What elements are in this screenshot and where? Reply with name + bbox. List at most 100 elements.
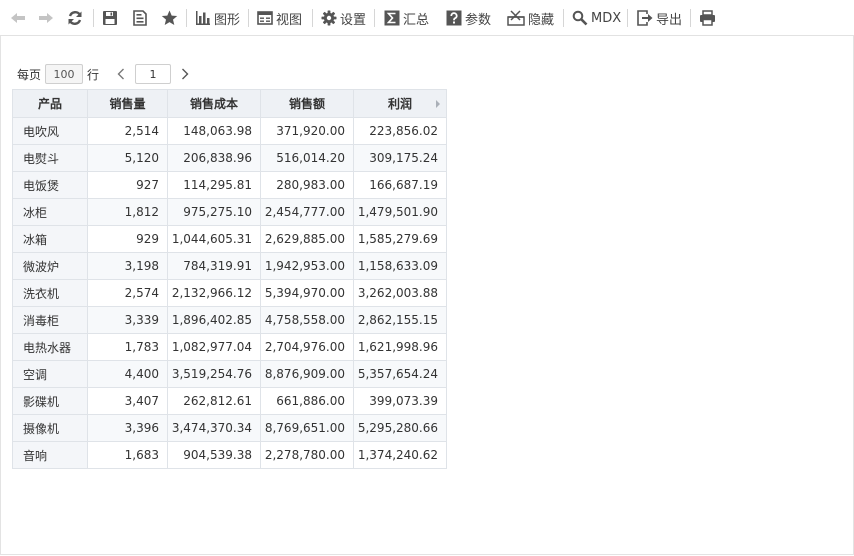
table-row: 空调 4,400 3,519,254.76 8,876,909.00 5,357,654… <box>12 360 447 388</box>
page-number-input[interactable] <box>135 64 172 84</box>
column-header[interactable]: 销售量 <box>87 89 168 118</box>
table-cell: 2,862,155.15 <box>353 306 447 334</box>
table-cell: 1,044,605.31 <box>167 225 261 253</box>
column-header[interactable]: 销售额 <box>260 89 354 118</box>
row-header-cell: 电熨斗 <box>12 144 88 172</box>
table-row: 洗衣机 2,574 2,132,966.12 5,394,970.00 3,262,00… <box>12 279 447 307</box>
table-cell: 8,769,651.00 <box>260 414 354 442</box>
favorite-button[interactable] <box>161 8 178 28</box>
floppy-disk-icon <box>103 11 117 25</box>
table-cell: 4,400 <box>87 360 168 388</box>
table-cell: 3,262,003.88 <box>353 279 447 307</box>
rows-per-page-input[interactable] <box>45 64 84 84</box>
table-row: 微波炉 3,198 784,319.91 1,942,953.00 1,158,633.… <box>12 252 447 280</box>
chart-label: 图形 <box>214 12 241 28</box>
arrow-right-icon <box>39 13 53 23</box>
column-header-label: 利润 <box>387 97 412 111</box>
table-cell: 1,158,633.09 <box>353 252 447 280</box>
sigma-icon <box>384 10 400 26</box>
table-cell: 206,838.96 <box>167 144 261 172</box>
hide-button[interactable]: 隐藏 <box>507 8 554 28</box>
chart-button[interactable]: 图形 <box>195 8 240 28</box>
row-header-cell: 电热水器 <box>12 333 88 361</box>
save-button[interactable] <box>102 8 118 28</box>
table-cell: 2,704,976.00 <box>260 333 354 361</box>
table-cell: 516,014.20 <box>260 144 354 172</box>
column-header-last[interactable]: 利润 <box>353 89 447 118</box>
table-cell: 2,514 <box>87 117 168 145</box>
table-cell: 927 <box>87 171 168 199</box>
pagination-bar: 每页 行 <box>17 64 193 84</box>
table-cell: 1,374,240.62 <box>353 441 447 469</box>
table-cell: 399,073.39 <box>353 387 447 415</box>
settings-label: 设置 <box>340 12 367 28</box>
summary-label: 汇总 <box>403 12 430 28</box>
row-header-cell: 音响 <box>12 441 88 469</box>
export-button[interactable]: 导出 <box>637 8 682 28</box>
toolbar-separator <box>627 9 628 27</box>
search-icon <box>572 10 588 26</box>
table-cell: 280,983.00 <box>260 171 354 199</box>
table-cell: 3,198 <box>87 252 168 280</box>
refresh-button[interactable] <box>67 8 83 28</box>
table-row: 电吹风 2,514 148,063.98 371,920.00 223,856.02 <box>12 117 447 145</box>
table-cell: 904,539.38 <box>167 441 261 469</box>
data-table: 产品 销售量 销售成本 销售额 利润 电吹风 2,514 148,063.98 371… <box>12 89 447 469</box>
table-cell: 5,394,970.00 <box>260 279 354 307</box>
bar-chart-icon <box>196 11 210 25</box>
row-header-cell: 影碟机 <box>12 387 88 415</box>
table-cell: 3,407 <box>87 387 168 415</box>
table-row: 冰柜 1,812 975,275.10 2,454,777.00 1,479,501.9… <box>12 198 447 226</box>
table-cell: 223,856.02 <box>353 117 447 145</box>
table-cell: 661,886.00 <box>260 387 354 415</box>
save-as-button[interactable] <box>132 8 148 28</box>
mdx-label: MDX <box>591 10 622 26</box>
table-cell: 262,812.61 <box>167 387 261 415</box>
forward-button[interactable] <box>38 8 54 28</box>
summary-button[interactable]: 汇总 <box>384 8 429 28</box>
row-header-cell: 冰柜 <box>12 198 88 226</box>
toolbar-separator <box>248 9 249 27</box>
table-body: 电吹风 2,514 148,063.98 371,920.00 223,856.02 电熨… <box>12 117 447 469</box>
table-cell: 1,082,977.04 <box>167 333 261 361</box>
hide-icon <box>507 10 525 26</box>
toolbar-separator <box>690 9 691 27</box>
table-view-icon <box>257 11 273 25</box>
table-row: 音响 1,683 904,539.38 2,278,780.00 1,374,240.6… <box>12 441 447 469</box>
expand-arrow-icon[interactable] <box>436 100 440 108</box>
table-cell: 5,357,654.24 <box>353 360 447 388</box>
params-button[interactable]: 参数 <box>446 8 491 28</box>
back-button[interactable] <box>10 8 26 28</box>
table-cell: 5,120 <box>87 144 168 172</box>
view-button[interactable]: 视图 <box>257 8 302 28</box>
table-cell: 1,896,402.85 <box>167 306 261 334</box>
column-header[interactable]: 产品 <box>12 89 88 118</box>
question-mark-icon <box>446 10 462 26</box>
print-button[interactable] <box>699 8 716 28</box>
settings-button[interactable]: 设置 <box>321 8 366 28</box>
toolbar-separator <box>374 9 375 27</box>
table-cell: 4,758,558.00 <box>260 306 354 334</box>
table-cell: 148,063.98 <box>167 117 261 145</box>
row-header-cell: 消毒柜 <box>12 306 88 334</box>
table-cell: 929 <box>87 225 168 253</box>
table-cell: 2,629,885.00 <box>260 225 354 253</box>
table-cell: 114,295.81 <box>167 171 261 199</box>
column-header[interactable]: 销售成本 <box>167 89 261 118</box>
rows-per-page-prefix: 每页 <box>17 67 42 82</box>
table-row: 影碟机 3,407 262,812.61 661,886.00 399,073.39 <box>12 387 447 415</box>
table-cell: 975,275.10 <box>167 198 261 226</box>
table-row: 电饭煲 927 114,295.81 280,983.00 166,687.19 <box>12 171 447 199</box>
mdx-button[interactable]: MDX <box>572 8 621 28</box>
table-cell: 1,585,279.69 <box>353 225 447 253</box>
table-cell: 371,920.00 <box>260 117 354 145</box>
table-cell: 3,519,254.76 <box>167 360 261 388</box>
toolbar-separator <box>563 9 564 27</box>
table-cell: 5,295,280.66 <box>353 414 447 442</box>
prev-page-button[interactable] <box>113 64 129 84</box>
table-cell: 3,339 <box>87 306 168 334</box>
table-cell: 1,783 <box>87 333 168 361</box>
view-label: 视图 <box>276 12 303 28</box>
table-row: 冰箱 929 1,044,605.31 2,629,885.00 1,585,279.6… <box>12 225 447 253</box>
next-page-button[interactable] <box>177 64 193 84</box>
